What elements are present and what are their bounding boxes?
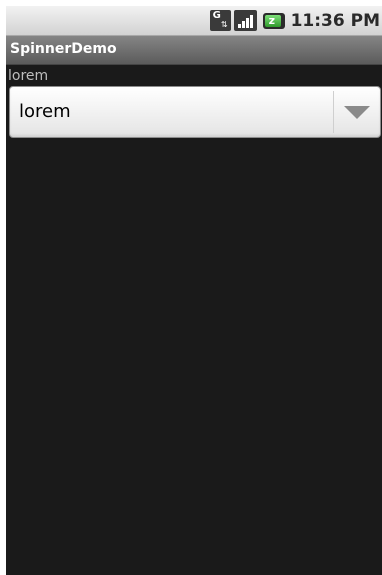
spinner-divider [333,91,334,133]
title-bar: SpinnerDemo [6,36,382,65]
status-time: 11:36 PM [290,10,380,31]
sim-data-icon: G ⇅ [209,10,231,31]
spinner-dropdown[interactable]: lorem [9,86,381,138]
selection-label: lorem [8,68,49,84]
status-bar: G ⇅ z 11:36 PM [6,6,382,36]
spinner-selected-value: lorem [19,101,71,122]
status-icons: G ⇅ z 11:36 PM [209,8,380,33]
device-screen: G ⇅ z 11:36 PM SpinnerDemo lorem lorem [6,6,382,575]
chevron-down-icon [344,106,370,119]
battery-charging-icon: z [262,12,285,29]
signal-icon [233,10,257,31]
app-title: SpinnerDemo [10,41,117,57]
